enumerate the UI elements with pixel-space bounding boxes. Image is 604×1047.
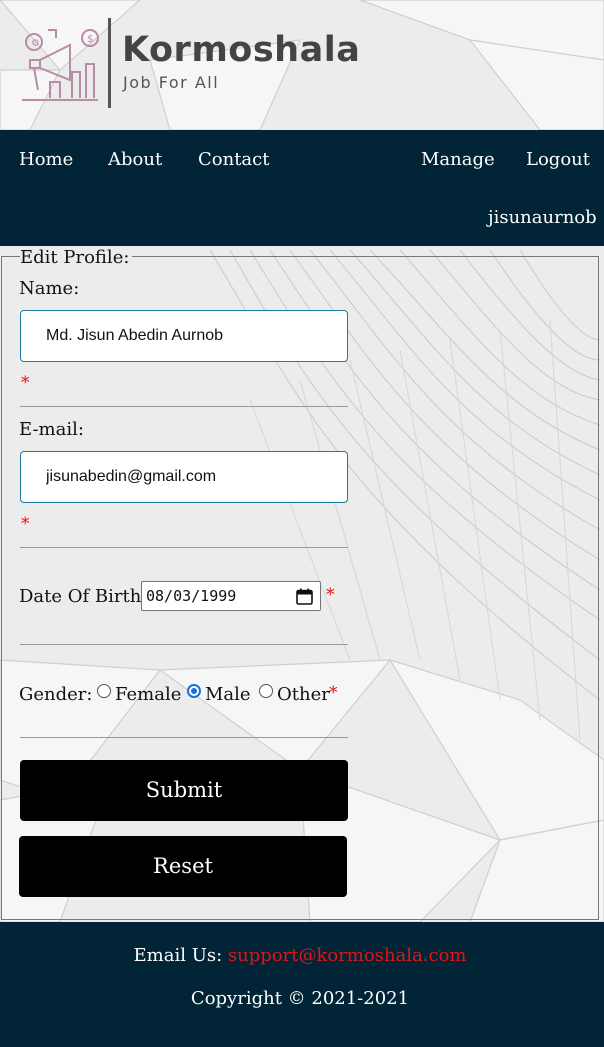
gender-label: Gender: xyxy=(19,684,93,705)
name-required-mark: * xyxy=(21,373,30,393)
nav-home-link[interactable]: Home xyxy=(19,149,73,170)
gender-other-radio[interactable] xyxy=(259,684,273,698)
submit-button[interactable]: Submit xyxy=(20,760,348,821)
calendar-icon[interactable] xyxy=(296,588,313,605)
svg-text:⚙: ⚙ xyxy=(31,38,40,49)
gender-other-label: Other xyxy=(277,684,330,705)
dob-value: 08/03/1999 xyxy=(146,587,237,605)
brand-tagline: Job For All xyxy=(123,73,220,92)
footer-email-link[interactable]: support@kormoshala.com xyxy=(228,945,467,966)
nav-logout-link[interactable]: Logout xyxy=(526,149,590,170)
divider xyxy=(20,406,348,407)
gender-male-radio[interactable] xyxy=(187,684,201,698)
form-legend: Edit Profile: xyxy=(20,247,133,268)
dob-input[interactable]: 08/03/1999 xyxy=(141,581,321,611)
logo-icon: $ ⚙ xyxy=(22,29,99,101)
gender-required-mark: * xyxy=(329,683,338,703)
divider xyxy=(20,737,348,738)
gender-female-label: Female xyxy=(115,684,182,705)
nav-manage-link[interactable]: Manage xyxy=(421,149,495,170)
email-input[interactable] xyxy=(20,451,348,503)
site-header: $ ⚙ Kormoshala Job For All xyxy=(0,0,604,130)
gender-female-radio[interactable] xyxy=(97,684,111,698)
brand-title: Kormoshala xyxy=(122,30,361,70)
divider xyxy=(20,644,348,645)
nav-username-link[interactable]: jisunaurnob xyxy=(488,207,597,228)
name-label: Name: xyxy=(19,278,80,299)
site-footer: Email Us: support@kormoshala.com Copyrig… xyxy=(0,922,604,1047)
reset-button[interactable]: Reset xyxy=(19,836,347,897)
footer-contact-line: Email Us: support@kormoshala.com xyxy=(0,945,600,966)
name-input[interactable] xyxy=(20,310,348,362)
email-required-mark: * xyxy=(21,514,30,534)
divider xyxy=(20,547,348,548)
edit-profile-form: Edit Profile: Name: * E-mail: * Date Of … xyxy=(1,247,599,920)
logo-divider xyxy=(108,18,111,108)
dob-label: Date Of Birth: xyxy=(19,586,148,607)
email-label: E-mail: xyxy=(19,419,84,440)
nav-contact-link[interactable]: Contact xyxy=(198,149,269,170)
dob-required-mark: * xyxy=(326,585,335,605)
nav-about-link[interactable]: About xyxy=(108,149,162,170)
footer-email-prefix: Email Us: xyxy=(133,945,228,966)
gender-male-label: Male xyxy=(205,684,251,705)
svg-text:$: $ xyxy=(87,34,93,45)
main-navigation: Home About Contact Manage Logout jisunau… xyxy=(0,130,604,246)
footer-copyright: Copyright © 2021-2021 xyxy=(190,988,410,1009)
